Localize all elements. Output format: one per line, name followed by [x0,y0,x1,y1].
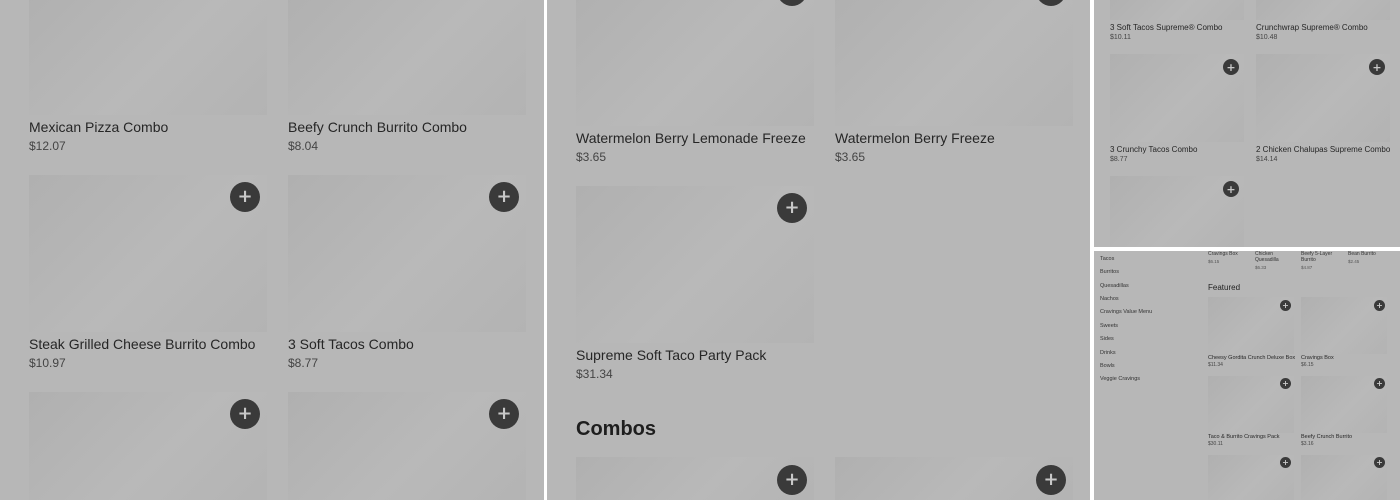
item-price: $8.04 [288,139,319,153]
item-name[interactable]: Cravings Box [1301,355,1334,361]
sidebar-item-cravings-value-menu[interactable]: Cravings Value Menu [1100,309,1152,315]
item-price: $4.87 [1301,265,1313,270]
item-name[interactable]: Beefy 5-Layer Burrito [1301,251,1337,263]
sidebar-item-nachos[interactable]: Nachos [1100,296,1119,302]
item-name[interactable]: Beefy Crunch Burrito Combo [288,119,467,135]
item-price: $8.77 [288,356,319,370]
add-button[interactable]: + [1374,300,1385,311]
item-name[interactable]: Supreme Soft Taco Party Pack [576,347,766,363]
item-name[interactable]: Crunchwrap Supreme® Combo [1256,23,1368,32]
plus-icon: + [1226,182,1236,196]
item-price: $31.34 [576,367,613,381]
add-button[interactable]: + [230,182,260,212]
item-name[interactable]: Taco & Burrito Cravings Pack [1208,434,1280,440]
add-button[interactable]: + [489,182,519,212]
plus-icon: + [1282,300,1289,310]
item-price: $10.97 [29,356,66,370]
item-image[interactable] [835,0,1073,126]
item-price: $10.11 [1110,34,1131,41]
add-button[interactable]: + [1223,59,1239,75]
item-price: $6.15 [1301,362,1314,368]
add-button[interactable]: + [230,399,260,429]
add-button[interactable]: + [1280,457,1291,468]
item-name[interactable]: Steak Grilled Cheese Burrito Combo [29,336,255,352]
sidebar-item-sides[interactable]: Sides [1100,336,1114,342]
section-heading-featured: Featured [1208,283,1241,292]
item-name[interactable]: Chicken Quesadilla [1255,251,1291,263]
plus-icon: + [237,186,253,207]
menu-panel-drinks: + + Watermelon Berry Lemonade Freeze $3.… [547,0,1090,500]
item-name[interactable]: Watermelon Berry Lemonade Freeze [576,130,806,146]
sidebar-item-bowls[interactable]: Bowls [1100,363,1115,369]
item-name[interactable]: 3 Crunchy Tacos Combo [1110,145,1197,154]
plus-icon: + [784,197,800,218]
item-price: $3.65 [576,150,607,164]
plus-icon: + [1043,469,1059,490]
menu-panel-overview: Tacos Burritos Quesadillas Nachos Cravin… [1094,251,1400,500]
plus-icon: + [496,186,512,207]
menu-panel-combos-small: 3 Soft Tacos Supreme® Combo $10.11 Crunc… [1094,0,1400,247]
item-name[interactable]: Cravings Box [1208,251,1250,257]
plus-icon: + [1282,457,1289,467]
item-price: $11.34 [1208,362,1223,368]
item-price: $3.65 [835,150,866,164]
item-name[interactable]: Beefy Crunch Burrito [1301,434,1352,440]
add-button[interactable]: + [1374,378,1385,389]
item-price: $6.33 [1255,265,1267,270]
item-name[interactable]: 3 Soft Tacos Supreme® Combo [1110,23,1222,32]
item-image[interactable] [288,0,526,115]
add-button[interactable]: + [1374,457,1385,468]
item-name[interactable]: Mexican Pizza Combo [29,119,168,135]
plus-icon: + [1376,457,1383,467]
plus-icon: + [1376,378,1383,388]
add-button[interactable]: + [777,465,807,495]
sidebar-item-veggie-cravings[interactable]: Veggie Cravings [1100,376,1140,382]
item-price: $6.15 [1208,259,1220,264]
sidebar-item-tacos[interactable]: Tacos [1100,256,1114,262]
plus-icon: + [237,403,253,424]
plus-icon: + [1376,300,1383,310]
add-button[interactable]: + [1036,465,1066,495]
plus-icon: + [784,469,800,490]
item-price: $30.11 [1208,441,1223,447]
sidebar-item-burritos[interactable]: Burritos [1100,269,1119,275]
item-image[interactable] [576,0,814,126]
item-image[interactable] [1110,0,1244,20]
add-button[interactable]: + [1280,378,1291,389]
add-button[interactable]: + [1280,300,1291,311]
plus-icon: + [1372,60,1382,74]
item-price: $8.77 [1110,156,1128,163]
plus-icon: + [496,403,512,424]
add-button[interactable]: + [489,399,519,429]
section-heading-combos: Combos [576,418,656,440]
sidebar-item-drinks[interactable]: Drinks [1100,350,1116,356]
add-button[interactable]: + [1369,59,1385,75]
item-price: $3.16 [1301,441,1314,447]
add-button[interactable]: + [777,193,807,223]
plus-icon: + [1282,378,1289,388]
sidebar-item-sweets[interactable]: Sweets [1100,323,1118,329]
item-name[interactable]: Watermelon Berry Freeze [835,130,995,146]
item-image[interactable] [29,0,267,115]
item-name[interactable]: 2 Chicken Chalupas Supreme Combo [1256,145,1390,154]
item-price: $12.07 [29,139,66,153]
item-image[interactable] [1256,0,1390,20]
plus-icon: + [1226,60,1236,74]
item-name[interactable]: Cheesy Gordita Crunch Deluxe Box [1208,355,1295,361]
sidebar-item-quesadillas[interactable]: Quesadillas [1100,283,1129,289]
item-price: $14.14 [1256,156,1278,163]
menu-panel-combos: Mexican Pizza Combo $12.07 Beefy Crunch … [0,0,544,500]
item-price: $10.48 [1256,34,1278,41]
add-button[interactable]: + [1223,181,1239,197]
item-name[interactable]: Bean Burrito [1348,251,1390,257]
item-price: $2.45 [1348,259,1360,264]
item-name[interactable]: 3 Soft Tacos Combo [288,336,414,352]
